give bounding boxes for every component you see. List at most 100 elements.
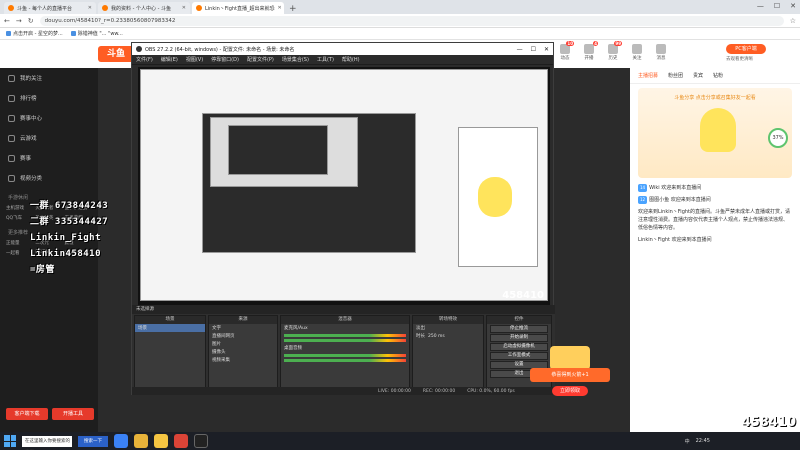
douyu-favicon-icon bbox=[196, 5, 202, 11]
browser-tab[interactable]: 斗鱼 - 每个人的直播平台 ✕ bbox=[4, 2, 96, 14]
minimize-icon[interactable]: — bbox=[517, 46, 523, 53]
stop-streaming-button[interactable]: 停止推流 bbox=[490, 325, 548, 333]
obs-title-text: OBS 27.2.2 (64-bit, windows) - 配置文件: 未命名… bbox=[145, 46, 295, 53]
level-badge: 12 bbox=[638, 196, 648, 204]
taskbar-search-button[interactable]: 搜索一下 bbox=[78, 435, 108, 447]
reload-icon[interactable]: ↻ bbox=[28, 17, 34, 25]
browser-tab-strip: 斗鱼 - 每个人的直播平台 ✕ 我的资料 - 个人中心 - 斗鱼 ✕ Linkin丶… bbox=[0, 0, 800, 14]
gift-banner: 恭喜得到火箭+1 bbox=[530, 368, 610, 382]
menu-scene-collection[interactable]: 场景集合(S) bbox=[282, 56, 309, 63]
bookmarks-bar: 点击开启 - 星空的梦... 除错神值 "... "ww... bbox=[0, 28, 800, 40]
scene-item[interactable]: 场景 bbox=[135, 324, 205, 332]
tab-fans[interactable]: 粉丝团 bbox=[668, 72, 683, 79]
tab-diamond[interactable]: 钻粉 bbox=[713, 72, 723, 79]
bookmark-item[interactable]: 点击开启 - 星空的梦... bbox=[6, 30, 63, 37]
history-icon: 99 bbox=[608, 41, 622, 54]
new-tab-icon[interactable]: + bbox=[286, 4, 300, 14]
dynamic-icon: 10 bbox=[560, 41, 574, 54]
scenes-dock: 场景 场景 bbox=[134, 315, 206, 393]
forward-icon[interactable]: → bbox=[16, 17, 22, 25]
maximize-icon[interactable]: ☐ bbox=[774, 2, 780, 10]
taskbar-search-input[interactable]: 在这里输入你要搜索的内容 bbox=[22, 435, 72, 450]
header-dynamic-button[interactable]: 10 动态 bbox=[556, 41, 574, 61]
obs-status-bar: LIVE: 00:00:00 REC: 00:00:00 CPU: 0.0%, … bbox=[132, 387, 555, 395]
pc-client-button[interactable]: PC客户端 bbox=[726, 44, 766, 54]
menu-docks[interactable]: 停靠窗口(D) bbox=[211, 56, 239, 63]
close-icon[interactable]: ✕ bbox=[544, 46, 549, 53]
file-explorer-icon[interactable] bbox=[134, 434, 148, 448]
live-tool-button[interactable]: 开播工具 bbox=[52, 408, 94, 420]
douyu-logo[interactable]: 斗鱼 bbox=[98, 46, 134, 62]
sidebar-item-label: 云游戏 bbox=[20, 136, 37, 142]
menu-tools[interactable]: 工具(T) bbox=[317, 56, 334, 63]
source-item[interactable]: 直播间网页 bbox=[209, 332, 277, 340]
header-follow-button[interactable]: 关注 bbox=[628, 44, 646, 61]
source-item[interactable]: 摄像头 bbox=[209, 348, 277, 356]
close-icon[interactable]: ✕ bbox=[278, 5, 282, 11]
system-tray: 中 22:45 bbox=[685, 438, 710, 445]
star-icon[interactable]: ☆ bbox=[790, 17, 796, 25]
close-window-icon[interactable]: ✕ bbox=[790, 2, 796, 10]
transition-select[interactable]: 淡出 bbox=[413, 324, 483, 332]
bookmark-item[interactable]: 除错神值 "... "ww... bbox=[70, 30, 123, 37]
close-icon[interactable]: ✕ bbox=[88, 5, 92, 11]
menu-edit[interactable]: 编辑(E) bbox=[161, 56, 178, 63]
header-message-button[interactable]: 消息 bbox=[652, 44, 670, 61]
client-download-button[interactable]: 客户端下载 bbox=[6, 408, 48, 420]
menu-help[interactable]: 帮助(H) bbox=[342, 56, 360, 63]
sidebar-item-cloud-game[interactable]: 云游戏 bbox=[0, 128, 98, 148]
obs-preview-canvas[interactable]: 458410 bbox=[138, 67, 550, 305]
dock-title: 来源 bbox=[209, 316, 277, 324]
windows-start-icon[interactable] bbox=[4, 435, 16, 447]
menu-profile[interactable]: 配置文件(P) bbox=[247, 56, 274, 63]
chat-user[interactable]: Wiki bbox=[649, 185, 660, 191]
source-item[interactable]: 文字 bbox=[209, 324, 277, 332]
folder-icon[interactable] bbox=[154, 434, 168, 448]
back-icon[interactable]: ← bbox=[4, 17, 10, 25]
sidebar-item-rank[interactable]: 排行榜 bbox=[0, 88, 98, 108]
count-badge: 99 bbox=[614, 41, 622, 46]
sidebar-item-video[interactable]: 视频分类 bbox=[0, 168, 98, 188]
sidebar-item-label: 赛事中心 bbox=[20, 116, 43, 122]
menu-file[interactable]: 文件(F) bbox=[136, 56, 153, 63]
clock[interactable]: 22:45 bbox=[696, 438, 710, 445]
browser-tab-active[interactable]: Linkin丶Fight直播_超出来就恐 ✕ bbox=[192, 2, 284, 14]
duration-input[interactable]: 250 ms bbox=[428, 334, 445, 339]
source-item[interactable]: 图片 bbox=[209, 340, 277, 348]
chat-user[interactable]: Linkin丶Fight bbox=[638, 237, 670, 243]
share-promo-card[interactable]: 斗鱼分享 点击分享或召集好友一起看 37% bbox=[638, 88, 792, 178]
browser-tab[interactable]: 我的资料 - 个人中心 - 斗鱼 ✕ bbox=[98, 2, 190, 14]
sidebar-item-events[interactable]: 赛事中心 bbox=[0, 108, 98, 128]
cpu-fps: CPU: 0.0%, 60.00 fps bbox=[467, 388, 515, 394]
chat-text: 欢迎来到本直播间 bbox=[671, 237, 712, 243]
claim-gift-button[interactable]: 立即领取 bbox=[552, 386, 588, 396]
chat-user[interactable]: 图图小鱼 bbox=[649, 197, 669, 203]
maximize-icon[interactable]: ☐ bbox=[531, 46, 536, 53]
obs-window-controls: — ☐ ✕ bbox=[517, 46, 549, 53]
obs-dock-area: 未选择源 场景 场景 来源 文字 直播间网页 图片 摄像头 视频采集 混音器 麦… bbox=[132, 305, 555, 395]
header-history-button[interactable]: 99 历史 bbox=[604, 41, 622, 61]
mixer-channel-label: 桌面音频 bbox=[284, 346, 302, 351]
close-icon[interactable]: ✕ bbox=[182, 5, 186, 11]
obs-titlebar: OBS 27.2.2 (64-bit, windows) - 配置文件: 未命名… bbox=[132, 43, 553, 55]
edge-icon[interactable] bbox=[114, 434, 128, 448]
sidebar-item-match[interactable]: 赛事 bbox=[0, 148, 98, 168]
header-live-button[interactable]: 4 开播 bbox=[580, 41, 598, 61]
progress-badge: 37% bbox=[768, 128, 788, 148]
source-label: 文字 bbox=[212, 326, 221, 331]
start-recording-button[interactable]: 开始录制 bbox=[490, 334, 548, 342]
menu-view[interactable]: 视图(V) bbox=[186, 56, 203, 63]
url-input[interactable]: douyu.com/458410?_r=0.23380560807983342 bbox=[39, 15, 784, 26]
url-text: douyu.com/458410?_r=0.23380560807983342 bbox=[44, 17, 176, 24]
chrome-icon[interactable] bbox=[174, 434, 188, 448]
tab-vip[interactable]: 贵宾 bbox=[693, 72, 703, 79]
tab-recruit[interactable]: 主播招募 bbox=[638, 72, 658, 79]
obs-icon[interactable] bbox=[194, 434, 208, 448]
stream-overlay-text: 一群 673844243 二群 335344427 Linkin_Fight L… bbox=[30, 198, 108, 278]
douyu-watermark: 斗鱼 bbox=[739, 380, 784, 405]
sidebar-item-follow[interactable]: 我的关注 bbox=[0, 68, 98, 88]
source-item[interactable]: 视频采集 bbox=[209, 356, 277, 364]
ime-indicator[interactable]: 中 bbox=[685, 438, 690, 445]
minimize-icon[interactable]: — bbox=[757, 2, 764, 10]
dock-title: 场景 bbox=[135, 316, 205, 324]
